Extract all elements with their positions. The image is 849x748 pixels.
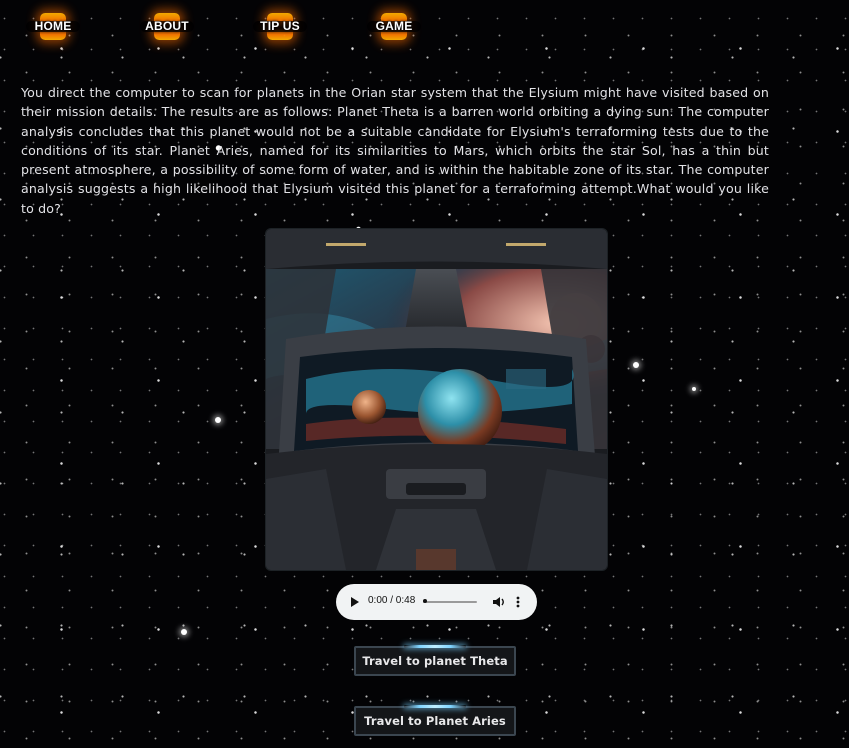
nav-game-link[interactable]: GAME (367, 11, 421, 41)
travel-theta-button[interactable]: Travel to planet Theta (354, 646, 516, 676)
nav-tip-us-link[interactable]: TIP US (253, 11, 307, 41)
nav-about-link[interactable]: ABOUT (140, 11, 194, 41)
star (633, 362, 639, 368)
travel-theta-label: Travel to planet Theta (362, 654, 508, 668)
travel-aries-label: Travel to Planet Aries (364, 714, 506, 728)
star (215, 417, 221, 423)
nav-home-label: HOME (34, 19, 72, 33)
nav-game-label: GAME (375, 19, 413, 33)
more-options-icon[interactable] (515, 595, 521, 609)
star (692, 387, 696, 391)
story-text: You direct the computer to scan for plan… (21, 85, 769, 216)
audio-time: 0:00 / 0:48 (368, 595, 416, 606)
travel-aries-button[interactable]: Travel to Planet Aries (354, 706, 516, 736)
nav-about-label: ABOUT (145, 19, 189, 33)
play-icon[interactable] (351, 597, 359, 607)
top-navigation: HOME ABOUT TIP US GAME (0, 0, 849, 48)
volume-icon[interactable] (492, 595, 506, 609)
audio-player: 0:00 / 0:48 (336, 584, 537, 620)
nav-home-link[interactable]: HOME (26, 11, 80, 41)
nav-tip-us-label: TIP US (260, 19, 300, 33)
audio-progress-slider[interactable] (423, 599, 477, 603)
spaceship-cockpit-image (266, 229, 607, 570)
star (181, 629, 187, 635)
